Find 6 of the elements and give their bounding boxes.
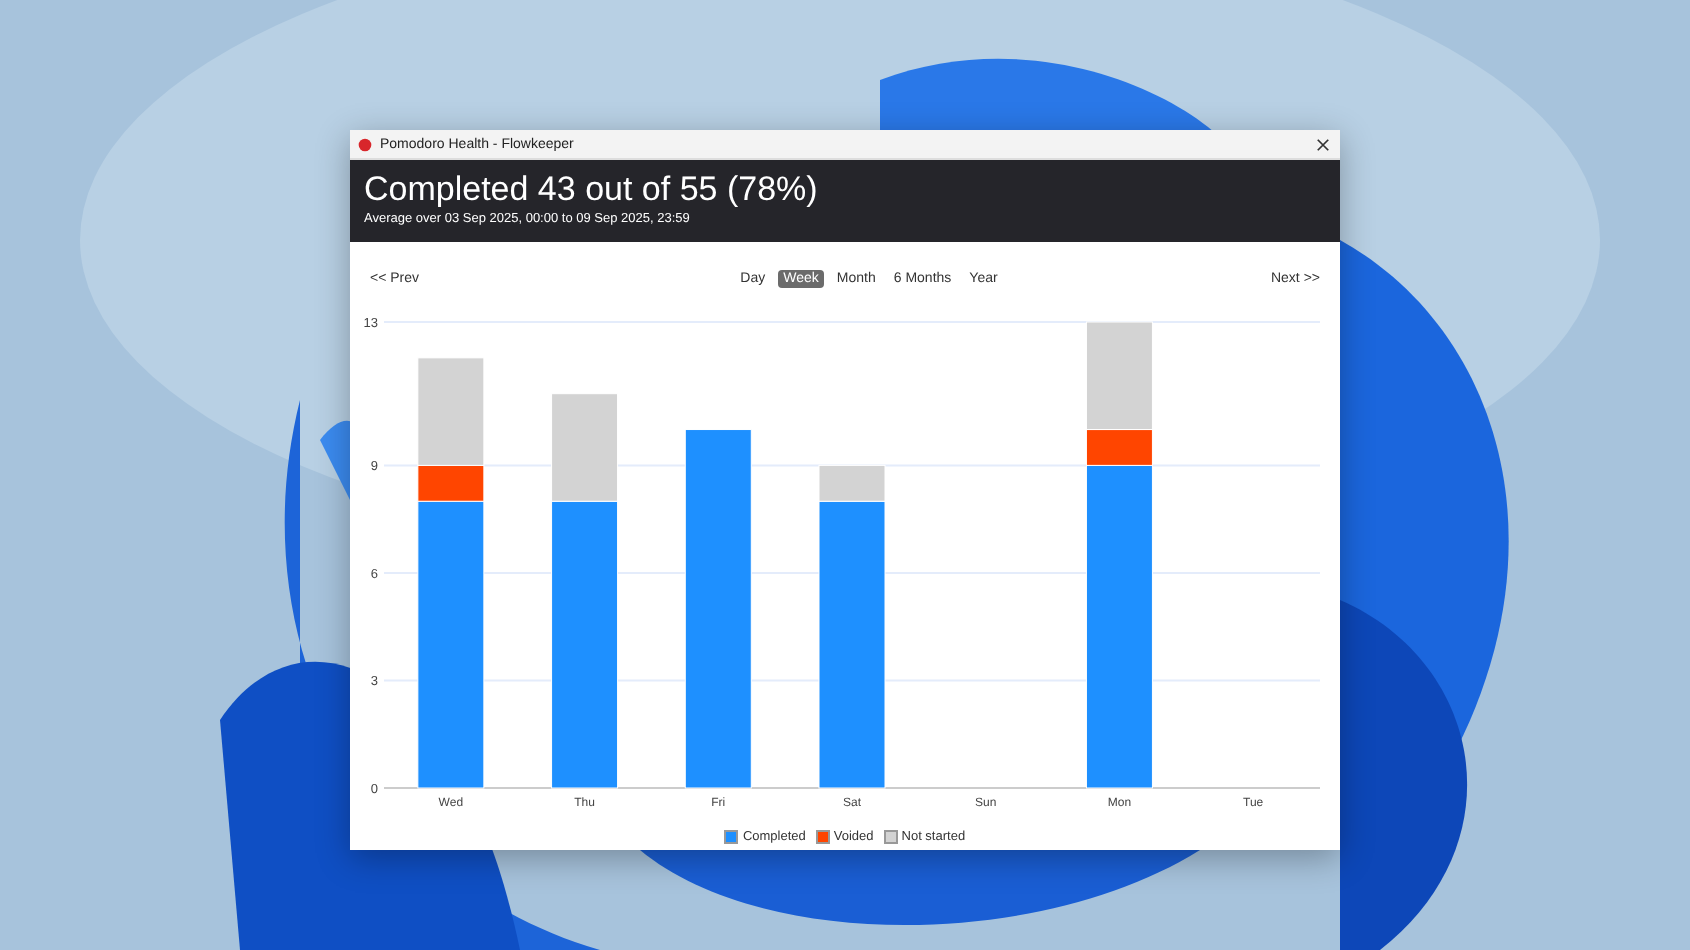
legend-swatch [815,830,830,844]
legend-swatch [724,830,739,844]
summary-title: Completed 43 out of 55 (78%) [364,170,820,208]
tomato-icon [358,137,372,151]
close-button[interactable] [1312,134,1332,154]
legend-swatch [883,830,898,844]
